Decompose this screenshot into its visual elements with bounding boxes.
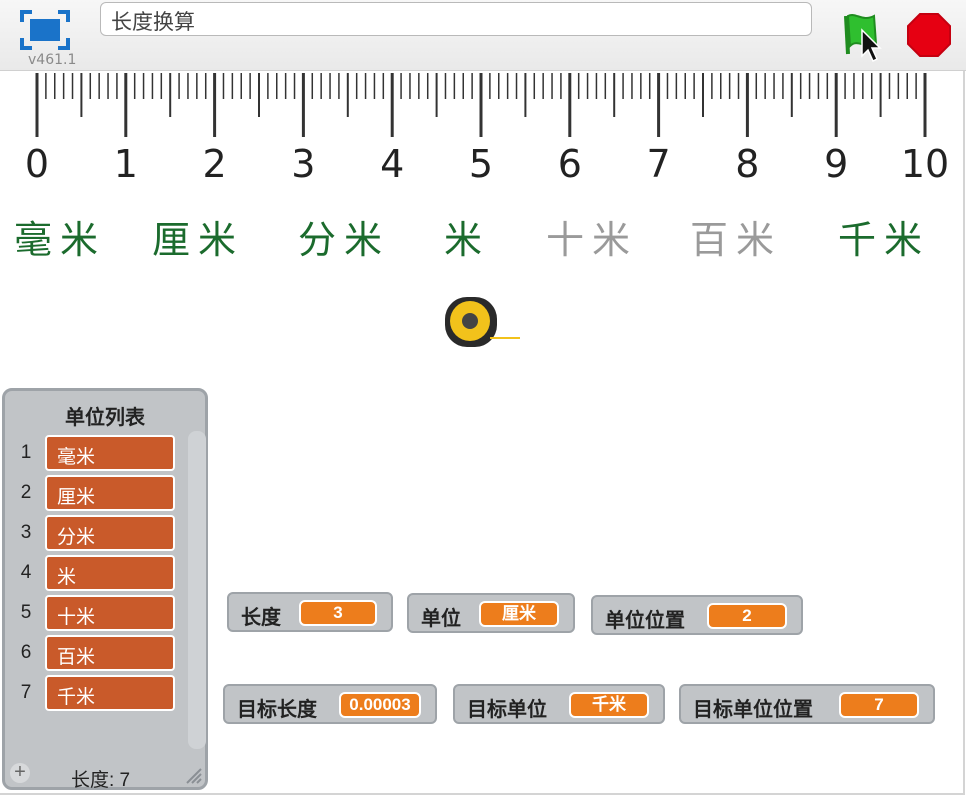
unit-label[interactable]: 毫米	[14, 209, 106, 264]
list-item-index: 2	[20, 482, 32, 503]
unit-label[interactable]: 厘米	[152, 209, 244, 264]
ruler-tick-label: 4	[380, 142, 404, 186]
list-length-label: 长度: 7	[71, 770, 131, 791]
top-bar: v461.1 长度换算	[0, 0, 966, 71]
list-item-index: 3	[20, 522, 32, 543]
ruler-tick-label: 8	[735, 142, 759, 186]
var-value: 3	[299, 600, 377, 626]
list-item-index: 6	[20, 642, 32, 663]
list-item-value[interactable]: 分米	[45, 515, 175, 551]
ruler-tick-label: 1	[114, 142, 138, 186]
ruler-tick-label: 3	[291, 142, 315, 186]
ruler-tick-label: 5	[469, 142, 493, 186]
list-monitor[interactable]: 单位列表 1 毫米 2 厘米 3 分米 4 米 5 十米 6 百米 7 千米 + 长度: 7	[2, 388, 208, 791]
list-item[interactable]: 4米	[5, 554, 185, 594]
list-item-value[interactable]: 十米	[45, 595, 175, 631]
list-item[interactable]: 2 厘米	[5, 474, 185, 514]
var-monitor-target-unit-position[interactable]: 目标单位位置 7	[679, 684, 935, 724]
ruler: 0 1 2 3 4 5 6 7 8 9 10	[25, 73, 949, 186]
var-label: 目标单位位置	[693, 699, 813, 721]
resize-handle-icon[interactable]	[183, 765, 203, 785]
var-value: 厘米	[479, 601, 559, 627]
var-value: 2	[707, 603, 787, 629]
project-title-field[interactable]: 长度换算	[100, 2, 812, 36]
list-item-value[interactable]: 千米	[45, 675, 175, 711]
ruler-tick-label: 9	[824, 142, 848, 186]
list-title: 单位列表	[65, 407, 145, 429]
var-value: 7	[839, 692, 919, 718]
var-monitor-unit-position[interactable]: 单位位置 2	[591, 595, 803, 635]
unit-label[interactable]: 米	[444, 209, 490, 264]
var-label: 单位	[421, 608, 461, 630]
list-item-index: 4	[20, 562, 32, 583]
var-value: 0.00003	[339, 692, 421, 718]
list-item-index: 5	[20, 602, 32, 623]
add-item-button[interactable]: +	[10, 762, 30, 783]
stop-sign-icon[interactable]	[906, 12, 952, 58]
ruler-tick-label: 7	[647, 142, 671, 186]
list-item-value[interactable]: 毫米	[45, 435, 175, 471]
var-monitor-unit[interactable]: 单位 厘米	[407, 593, 575, 633]
var-monitor-target-length[interactable]: 目标长度 0.00003	[223, 684, 437, 724]
list-scrollbar[interactable]	[188, 431, 206, 749]
bottom-margin	[0, 795, 966, 804]
ruler-tick-label: 10	[901, 142, 949, 186]
stage[interactable]: 0 1 2 3 4 5 6 7 8 9 10 毫米 厘米 分米米十米 百米 千米 单位列表 1 毫米 2 厘米 3 分…	[0, 71, 965, 795]
fullscreen-icon[interactable]	[18, 8, 72, 52]
unit-label[interactable]: 千米	[838, 209, 930, 264]
ruler-tick-label: 0	[25, 142, 49, 186]
var-label: 目标单位	[467, 699, 547, 721]
list-item[interactable]: 1 毫米	[5, 434, 185, 474]
unit-label[interactable]: 分米	[298, 209, 390, 264]
list-item[interactable]: 7 千米	[5, 674, 185, 714]
tape-measure-icon[interactable]	[440, 293, 530, 358]
ruler-tick-label: 6	[558, 142, 582, 186]
list-item-value[interactable]: 米	[45, 555, 175, 591]
list-item[interactable]: 3 分米	[5, 514, 185, 554]
var-label: 目标长度	[237, 699, 317, 721]
var-monitor-length[interactable]: 长度 3	[227, 592, 393, 632]
list-item-index: 7	[20, 682, 32, 703]
unit-label[interactable]: 百米	[690, 209, 782, 264]
list-item-value[interactable]: 百米	[45, 635, 175, 671]
var-monitor-target-unit[interactable]: 目标单位 千米	[453, 684, 665, 724]
green-flag-icon[interactable]	[838, 8, 888, 64]
ruler-tick-label: 2	[203, 142, 227, 186]
var-label: 单位位置	[605, 610, 685, 632]
list-item[interactable]: 6 百米	[5, 634, 185, 674]
list-item-value[interactable]: 厘米	[45, 475, 175, 511]
unit-label[interactable]: 十米	[546, 209, 638, 264]
list-item-index: 1	[20, 442, 32, 463]
var-label: 长度	[241, 607, 281, 629]
var-value: 千米	[569, 692, 649, 718]
list-item[interactable]: 5 十米	[5, 594, 185, 634]
version-label: v461.1	[28, 52, 77, 68]
